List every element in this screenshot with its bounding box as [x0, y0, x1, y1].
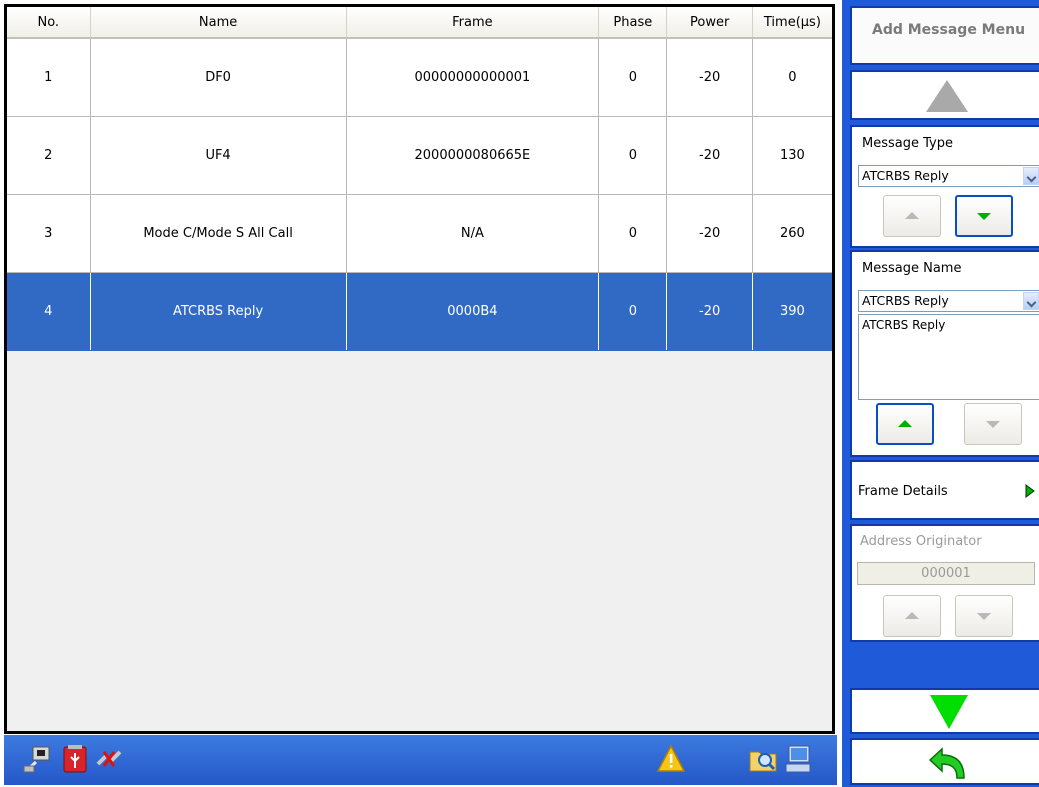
message-type-section: Message Type ATCRBS Reply: [850, 125, 1039, 248]
cell-phase: 0: [598, 38, 668, 117]
message-name-next-button[interactable]: [964, 403, 1022, 445]
message-table: No. Name Frame Phase Power Time(µs) 1 DF…: [7, 7, 832, 351]
column-header-phase[interactable]: Phase: [598, 7, 668, 39]
message-type-prev-button[interactable]: [883, 195, 941, 237]
cell-name: Mode C/Mode S All Call: [90, 194, 347, 273]
table-header-row: No. Name Frame Phase Power Time(µs): [7, 7, 832, 39]
add-message-panel: Add Message Menu Message Type ATCRBS Rep…: [842, 0, 1039, 787]
cell-frame: N/A: [346, 194, 600, 273]
address-originator-field[interactable]: 000001: [857, 562, 1035, 585]
column-header-time[interactable]: Time(µs): [752, 7, 832, 39]
cell-frame: 00000000000001: [346, 38, 600, 117]
message-type-label: Message Type: [862, 136, 953, 151]
cell-phase: 0: [598, 272, 668, 351]
message-name-value: ATCRBS Reply: [862, 293, 949, 308]
warning-icon[interactable]: [656, 744, 686, 774]
message-name-label: Message Name: [862, 261, 962, 276]
usb-icon[interactable]: [60, 744, 90, 774]
cell-time: 130: [752, 116, 832, 195]
message-name-textbox[interactable]: ATCRBS Reply: [858, 314, 1039, 400]
table-row[interactable]: 3 Mode C/Mode S All Call N/A 0 -20 260: [7, 194, 832, 273]
table-row[interactable]: 2 UF4 2000000080665E 0 -20 130: [7, 116, 832, 195]
triangle-up-icon: [898, 420, 912, 427]
column-header-no[interactable]: No.: [7, 7, 91, 39]
panel-header: Add Message Menu: [850, 6, 1039, 65]
cell-name: ATCRBS Reply: [90, 272, 347, 351]
cell-power: -20: [666, 38, 753, 117]
address-next-button[interactable]: [955, 595, 1013, 637]
plug-disconnected-icon[interactable]: [94, 744, 124, 774]
frame-details-label: Frame Details: [858, 484, 948, 499]
computer-keyboard-icon[interactable]: [783, 744, 813, 774]
network-icon[interactable]: [22, 744, 52, 774]
cell-phase: 0: [598, 116, 668, 195]
message-type-value: ATCRBS Reply: [862, 168, 949, 183]
address-originator-label: Address Originator: [860, 534, 982, 549]
back-button[interactable]: [850, 738, 1039, 785]
cell-time: 0: [752, 38, 832, 117]
message-table-frame: No. Name Frame Phase Power Time(µs) 1 DF…: [4, 4, 835, 734]
cell-name: UF4: [90, 116, 347, 195]
triangle-right-icon: [1025, 484, 1035, 498]
column-header-frame[interactable]: Frame: [346, 7, 600, 39]
cell-time: 390: [752, 272, 832, 351]
search-folder-icon[interactable]: [748, 744, 778, 774]
chevron-down-icon[interactable]: [1023, 292, 1039, 310]
cell-no: 3: [7, 194, 91, 273]
column-header-name[interactable]: Name: [90, 7, 347, 39]
arrow-up-icon: [926, 80, 968, 112]
cell-frame: 2000000080665E: [346, 116, 600, 195]
triangle-up-icon: [905, 612, 919, 619]
message-name-section: Message Name ATCRBS Reply ATCRBS Reply: [850, 250, 1039, 457]
address-prev-button[interactable]: [883, 595, 941, 637]
scroll-down-button[interactable]: [850, 688, 1039, 734]
arrow-down-icon: [930, 695, 968, 729]
triangle-down-icon: [986, 421, 1000, 428]
message-type-next-button[interactable]: [955, 195, 1013, 237]
message-name-prev-button[interactable]: [876, 403, 934, 445]
cell-power: -20: [666, 272, 753, 351]
column-header-power[interactable]: Power: [666, 7, 753, 39]
frame-details-button[interactable]: Frame Details: [850, 460, 1039, 520]
cell-frame: 0000B4: [346, 272, 600, 351]
cell-power: -20: [666, 116, 753, 195]
scroll-up-button[interactable]: [850, 70, 1039, 120]
triangle-down-icon: [977, 213, 991, 220]
cell-no: 4: [7, 272, 91, 351]
cell-power: -20: [666, 194, 753, 273]
triangle-down-icon: [977, 613, 991, 620]
cell-phase: 0: [598, 194, 668, 273]
cell-no: 1: [7, 38, 91, 117]
message-type-dropdown[interactable]: ATCRBS Reply: [858, 165, 1039, 187]
address-originator-section: Address Originator 000001: [850, 524, 1039, 642]
return-arrow-icon: [928, 747, 965, 779]
status-bar: [4, 735, 837, 785]
cell-name: DF0: [90, 38, 347, 117]
cell-time: 260: [752, 194, 832, 273]
triangle-up-icon: [905, 212, 919, 219]
chevron-down-icon[interactable]: [1023, 167, 1039, 185]
table-row[interactable]: 1 DF0 00000000000001 0 -20 0: [7, 38, 832, 117]
table-row-selected[interactable]: 4 ATCRBS Reply 0000B4 0 -20 390: [7, 272, 832, 351]
cell-no: 2: [7, 116, 91, 195]
panel-title: Add Message Menu: [872, 22, 1026, 38]
message-name-dropdown[interactable]: ATCRBS Reply: [858, 290, 1039, 312]
